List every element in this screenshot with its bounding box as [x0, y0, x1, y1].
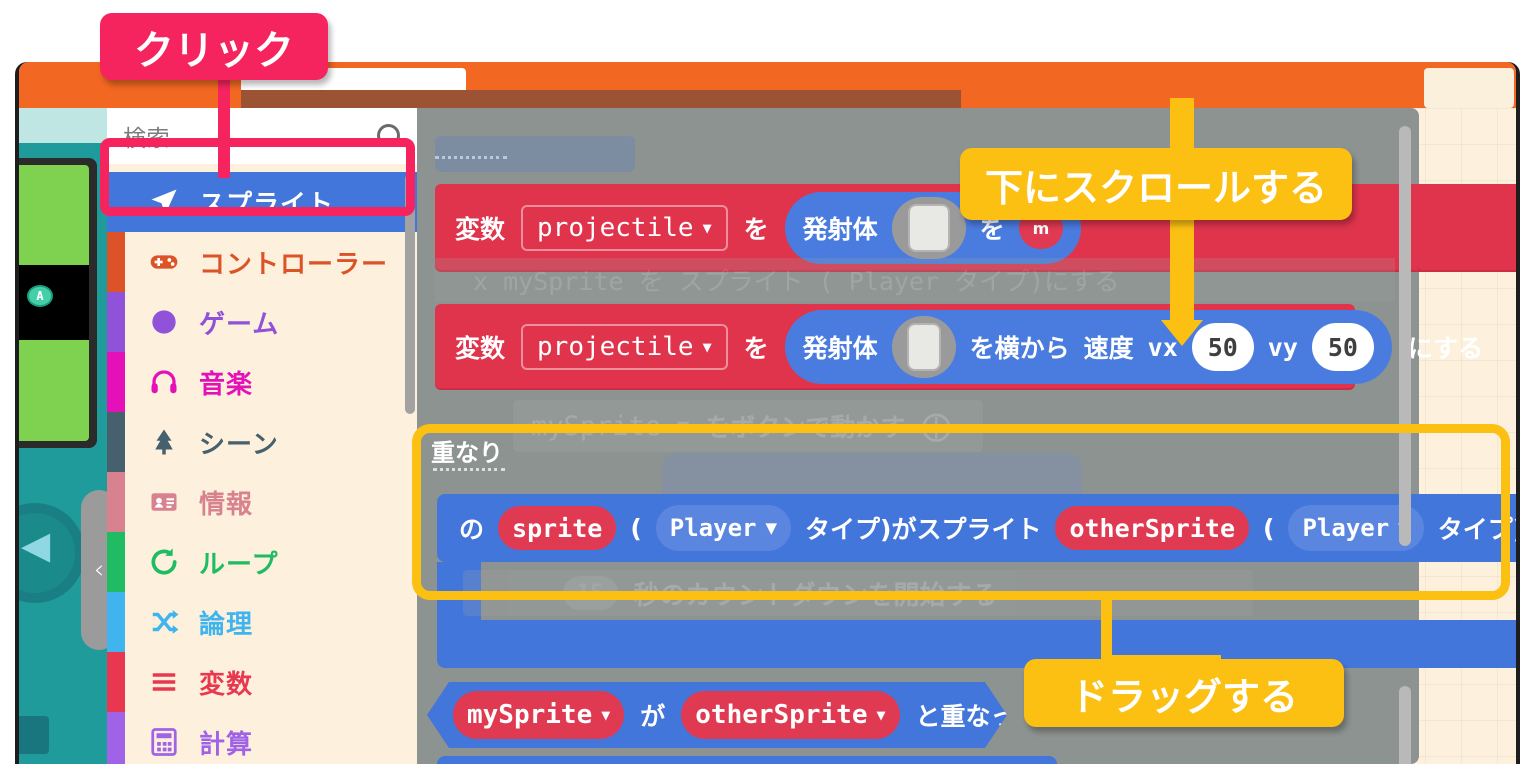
ghost-block-top — [435, 136, 635, 172]
sidebar-item-4[interactable]: シーン — [107, 412, 417, 472]
shuffle-icon — [143, 601, 185, 643]
label-projectile: 発射体 — [802, 215, 878, 244]
block-projectile-speed[interactable]: 変数 projectile ▼ を 発射体 を横から 速度 vx 50 vy 5… — [435, 304, 1483, 390]
category-color-stripe — [107, 712, 125, 764]
label-nisuru-2: にする — [1407, 334, 1484, 363]
highlight-sprite-category — [100, 138, 415, 216]
sidebar-item-label: シーン — [199, 429, 279, 460]
label-variable: 変数 — [455, 215, 506, 244]
sidebar-item-label: 情報 — [199, 489, 254, 520]
toolbar-right-chip[interactable] — [1424, 68, 1514, 108]
label-wo: を — [743, 215, 769, 244]
circle-icon — [143, 301, 185, 343]
ghost-block-set-type: x mySprite を スプライト ( Player タイプ)にする — [435, 258, 1395, 302]
category-color-stripe — [107, 292, 125, 352]
label-speed: 速度 — [1083, 334, 1134, 363]
sidebar-item-label: ループ — [199, 549, 279, 580]
scroll-arrow-head — [1161, 320, 1203, 346]
input-vy-value-2[interactable]: 50 — [1311, 323, 1374, 371]
callout-drag: ドラッグする — [1024, 659, 1344, 727]
label-variable-2: 変数 — [455, 334, 506, 363]
callout-scroll-down: 下にスクロールする — [960, 148, 1352, 220]
dropdown-my-sprite[interactable]: mySprite ▼ — [453, 691, 624, 739]
block-projectile-position-right[interactable]: y 50 にする — [1417, 184, 1516, 272]
dropdown-other-sprite[interactable]: otherSprite ▼ — [681, 691, 899, 739]
label-vy-2: vy — [1267, 332, 1298, 362]
sidebar-item-3[interactable]: 音楽 — [107, 352, 417, 412]
chevron-left-icon[interactable]: ‹ — [81, 490, 107, 650]
sprite-image-icon[interactable] — [891, 197, 966, 259]
simulator-button[interactable] — [19, 716, 49, 754]
sidebar-item-8[interactable]: 変数 — [107, 652, 417, 712]
calculator-icon — [143, 721, 185, 763]
sidebar-item-label: ゲーム — [199, 309, 280, 340]
sidebar-item-2[interactable]: ゲーム — [107, 292, 417, 352]
simulator-panel: A ◀ ‹ — [19, 108, 107, 764]
label-wo-2: を — [743, 334, 769, 363]
dropdown-variable-name[interactable]: projectile ▼ — [521, 205, 728, 251]
sidebar-item-label: 変数 — [199, 669, 254, 700]
chevron-down-icon: ▼ — [702, 338, 712, 356]
tree-icon — [143, 421, 185, 463]
label-from-side: を横から — [969, 334, 1070, 363]
workspace-scrollbar-vertical-2[interactable] — [1399, 686, 1411, 764]
category-color-stripe — [107, 592, 125, 652]
sidebar-item-label: 音楽 — [199, 369, 254, 400]
block-set-sprite-kind[interactable]: mySprite ▼ を Player ▼ タイプにする — [437, 756, 1057, 764]
sidebar-item-label: 論理 — [199, 609, 254, 640]
category-color-stripe — [107, 652, 125, 712]
sidebar-item-5[interactable]: 情報 — [107, 472, 417, 532]
refresh-icon — [143, 541, 185, 583]
block-overlaps-with-boolean[interactable]: mySprite ▼ が otherSprite ▼ と重なった — [427, 682, 1007, 748]
label-projectile-2: 発射体 — [802, 334, 878, 363]
callout-scroll-down-text: 下にスクロールする — [984, 165, 1327, 210]
callout-tail-drag — [1101, 595, 1112, 663]
category-color-stripe — [107, 472, 125, 532]
category-color-stripe — [107, 532, 125, 592]
chevron-down-icon: ▼ — [702, 219, 712, 237]
callout-drag-text: ドラッグする — [1069, 674, 1298, 719]
category-color-stripe — [107, 352, 125, 412]
id-card-icon — [143, 481, 185, 523]
simulator-screen: A — [19, 165, 89, 441]
gamepad-icon — [143, 241, 185, 283]
callout-click: クリック — [100, 13, 328, 80]
callout-click-text: クリック — [134, 27, 294, 74]
headphones-icon — [143, 361, 185, 403]
sidebar-item-label: 計算 — [199, 729, 254, 760]
label-ga: が — [640, 702, 666, 731]
block-event-body-bottom[interactable] — [437, 620, 1516, 668]
screenshot-root: A ◀ ‹ 検索... スプライト コントローラー ゲーム 音楽 シーン 情報 ループ 論理変… — [0, 0, 1535, 764]
lines-icon — [143, 661, 185, 703]
player-sprite: A — [27, 285, 53, 307]
sidebar-item-1[interactable]: コントローラー — [107, 232, 417, 292]
category-list: スプライト コントローラー ゲーム 音楽 シーン 情報 ループ 論理 変数 計算 — [107, 172, 417, 764]
sidebar-item-label: コントローラー — [199, 249, 389, 280]
sidebar-item-6[interactable]: ループ — [107, 532, 417, 592]
sidebar-item-9[interactable]: 計算 — [107, 712, 417, 764]
sprite-image-icon[interactable] — [891, 316, 956, 378]
category-color-stripe — [107, 412, 125, 472]
sidebar-item-7[interactable]: 論理 — [107, 592, 417, 652]
chevron-down-icon: ▼ — [601, 706, 611, 724]
chevron-down-icon: ▼ — [876, 706, 886, 724]
arrow-icon: ◀ — [21, 523, 51, 567]
category-color-stripe — [107, 232, 125, 292]
highlight-overlap-block — [412, 424, 1510, 600]
dropdown-variable-name-2[interactable]: projectile ▼ — [521, 324, 728, 370]
inline-block-projectile-speed[interactable]: 発射体 を横から 速度 vx 50 vy 50 — [784, 310, 1392, 384]
